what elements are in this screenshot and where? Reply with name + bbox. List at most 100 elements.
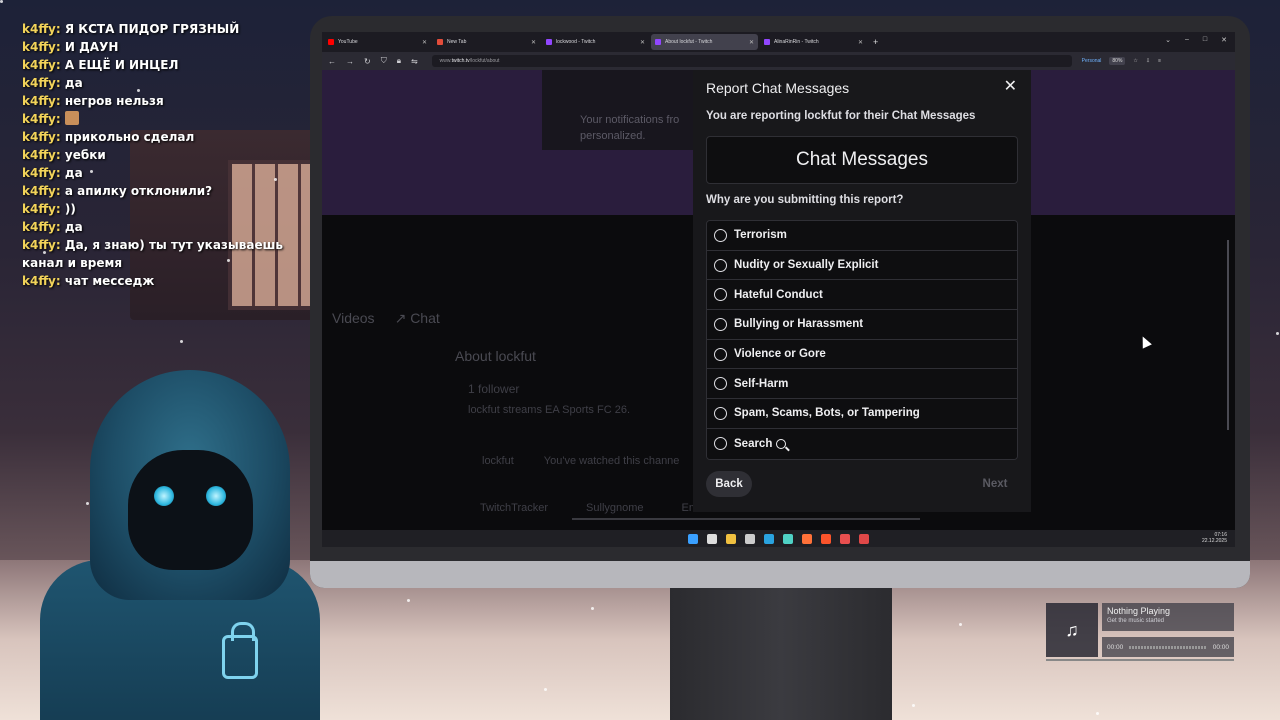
bookmark-star-icon[interactable]: ☆ bbox=[1133, 58, 1137, 64]
lock-icon[interactable]: 🔒︎ bbox=[397, 56, 401, 66]
windows-icon[interactable] bbox=[688, 533, 698, 544]
browser-tab[interactable]: AlinaRinRin - Twitch ✕ bbox=[760, 34, 867, 50]
footer-channel[interactable]: lockfut bbox=[482, 455, 514, 467]
downloads-icon[interactable]: ⇩ bbox=[1146, 58, 1150, 64]
chat-username: k4ffy bbox=[22, 202, 56, 216]
chat-separator: : bbox=[55, 220, 61, 234]
reason-label: Self-Harm bbox=[734, 377, 789, 390]
reason-terrorism[interactable]: Terrorism bbox=[707, 221, 1017, 251]
back-arrow-icon[interactable]: ← bbox=[328, 57, 336, 66]
reason-label: Nudity or Sexually Explicit bbox=[734, 259, 879, 272]
radio-icon[interactable] bbox=[714, 228, 727, 242]
chat-text: Да, я знаю) ты тут указываешь bbox=[64, 238, 283, 252]
link-sullygnome[interactable]: Sullygnome bbox=[586, 502, 643, 514]
tab-close-icon[interactable]: ✕ bbox=[422, 39, 427, 46]
tab-videos[interactable]: Videos bbox=[332, 310, 375, 327]
search-icon[interactable] bbox=[707, 533, 717, 544]
chat-text: да bbox=[64, 220, 83, 234]
brave-icon[interactable] bbox=[821, 533, 831, 544]
radio-icon[interactable] bbox=[714, 317, 727, 331]
browser-tab[interactable]: New Tab ✕ bbox=[433, 34, 540, 50]
browser-tab[interactable]: YouTube ✕ bbox=[324, 34, 431, 50]
app-icon[interactable] bbox=[783, 533, 793, 544]
reload-icon[interactable]: ↻ bbox=[364, 57, 371, 66]
report-modal: Report Chat Messages ✕ You are reporting… bbox=[693, 70, 1152, 512]
tab-chat-group[interactable]: ↗ Chat bbox=[395, 310, 440, 327]
url-bar[interactable]: www. twitch.tv/lockfut/about bbox=[431, 55, 1072, 67]
profile-label[interactable]: Personal bbox=[1082, 58, 1102, 64]
store-icon[interactable] bbox=[840, 533, 850, 544]
taskbar-clock[interactable]: 07:16 22.12.2025 bbox=[1202, 532, 1227, 544]
browser-tab[interactable]: lockwood - Twitch ✕ bbox=[542, 34, 649, 50]
radio-icon[interactable] bbox=[714, 437, 727, 451]
reason-bullying[interactable]: Bullying or Harassment bbox=[707, 310, 1017, 340]
firefox-icon[interactable] bbox=[802, 533, 812, 544]
chat-username: k4ffy bbox=[22, 58, 56, 72]
reason-nudity[interactable]: Nudity or Sexually Explicit bbox=[707, 250, 1017, 281]
reason-violence[interactable]: Violence or Gore bbox=[707, 339, 1017, 370]
chat-separator: : bbox=[55, 40, 61, 54]
window-controls: ⌄ – □ ✕ bbox=[1165, 36, 1227, 44]
radio-icon[interactable] bbox=[714, 288, 727, 302]
maximize-icon[interactable]: □ bbox=[1203, 36, 1207, 44]
chat-message: k4ffy: bbox=[22, 110, 322, 128]
chat-text: прикольно сделал bbox=[64, 130, 195, 144]
chat-overlay: k4ffy: Я КСТА ПИДОР ГРЯЗНЫЙ k4ffy: И ДАУН… bbox=[22, 20, 322, 290]
forward-arrow-icon[interactable]: → bbox=[346, 57, 354, 66]
chat-username: k4ffy bbox=[22, 238, 56, 252]
reason-search[interactable]: Search bbox=[707, 428, 1017, 459]
tab-close-icon[interactable]: ✕ bbox=[749, 39, 754, 46]
radio-icon[interactable] bbox=[714, 377, 727, 391]
favicon-icon bbox=[437, 39, 443, 45]
radio-icon[interactable] bbox=[714, 347, 727, 361]
next-button[interactable]: Next bbox=[972, 471, 1018, 497]
minimize-icon[interactable]: – bbox=[1185, 36, 1189, 44]
radio-icon[interactable] bbox=[714, 406, 727, 420]
reason-label: Bullying or Harassment bbox=[734, 318, 864, 331]
steam-icon[interactable] bbox=[859, 533, 869, 544]
taskbar-icons bbox=[688, 533, 869, 544]
music-progress-bar: 00:00 00:00 bbox=[1102, 637, 1234, 657]
new-tab-icon[interactable]: + bbox=[873, 37, 878, 47]
chat-text: уебки bbox=[64, 148, 106, 162]
back-button[interactable]: Back bbox=[706, 471, 752, 497]
reason-self-harm[interactable]: Self-Harm bbox=[707, 369, 1017, 400]
snowflake bbox=[591, 607, 594, 610]
menu-icon[interactable]: ≡ bbox=[1158, 58, 1161, 64]
chat-username: k4ffy bbox=[22, 76, 56, 90]
chat-username: k4ffy bbox=[22, 148, 56, 162]
radio-icon[interactable] bbox=[714, 258, 727, 272]
reason-spam[interactable]: Spam, Scams, Bots, or Tampering bbox=[707, 399, 1017, 429]
music-widget: ♫ Nothing Playing Get the music started … bbox=[1046, 603, 1234, 661]
report-reason-list: Terrorism Nudity or Sexually Explicit Ha… bbox=[706, 220, 1018, 460]
snowflake bbox=[1276, 332, 1279, 335]
followers-count: 1 bbox=[468, 382, 475, 396]
browser-tab[interactable]: About lockfut - Twitch ✕ bbox=[651, 34, 758, 50]
tab-close-icon[interactable]: ✕ bbox=[531, 39, 536, 46]
chat-separator: : bbox=[55, 76, 61, 90]
tab-list-chevron-icon[interactable]: ⌄ bbox=[1165, 36, 1171, 44]
chat-username: k4ffy bbox=[22, 220, 56, 234]
window-close-icon[interactable]: ✕ bbox=[1221, 36, 1227, 44]
vertical-scrollbar[interactable] bbox=[1227, 240, 1229, 430]
terminal-icon[interactable] bbox=[745, 533, 755, 544]
emote-icon bbox=[64, 111, 79, 125]
reason-hateful-conduct[interactable]: Hateful Conduct bbox=[707, 280, 1017, 311]
permissions-icon[interactable]: ⇋ bbox=[411, 57, 418, 66]
folder-icon[interactable] bbox=[726, 533, 736, 544]
browser-tabbar: YouTube ✕ New Tab ✕ lockwood - Twitch ✕ About … bbox=[322, 32, 1235, 52]
telegram-icon[interactable] bbox=[764, 533, 774, 544]
tab-close-icon[interactable]: ✕ bbox=[640, 39, 645, 46]
taskbar: 07:16 22.12.2025 bbox=[322, 530, 1235, 547]
link-twitchtracker[interactable]: TwitchTracker bbox=[480, 502, 548, 514]
music-track[interactable] bbox=[1129, 645, 1207, 649]
horizontal-scrollbar[interactable] bbox=[572, 518, 920, 520]
tab-close-icon[interactable]: ✕ bbox=[858, 39, 863, 46]
tab-chat: Chat bbox=[410, 310, 440, 326]
monitor-stand bbox=[670, 588, 892, 720]
reason-label: Terrorism bbox=[734, 229, 787, 242]
close-icon[interactable]: ✕ bbox=[1004, 76, 1017, 96]
url-domain: twitch.tv bbox=[451, 58, 470, 64]
shield-icon[interactable]: ⛉ bbox=[381, 56, 387, 66]
zoom-badge[interactable]: 80% bbox=[1109, 57, 1126, 65]
